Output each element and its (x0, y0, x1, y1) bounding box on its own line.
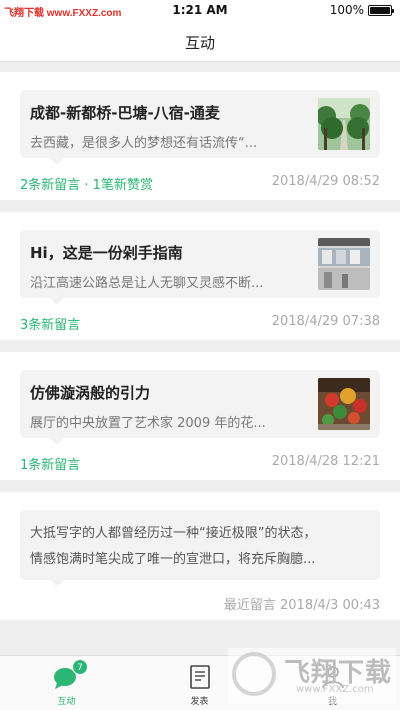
gallery-thumbnail (318, 238, 370, 290)
unread-badge: 7 (72, 659, 88, 675)
tab-label: 互动 (57, 697, 76, 707)
watermark-logo-url: www.FXXZ.com (296, 684, 374, 695)
compose-icon (186, 664, 214, 690)
battery-percent: 100% (329, 3, 364, 17)
text-line: 大抵写字的人都曾经历过一种“接近极限”的状态， (30, 526, 317, 541)
notification-summary: 1条新留言 (20, 458, 81, 473)
trees-road-thumbnail (318, 98, 370, 150)
article-bubble[interactable]: 成都-新都桥-巴塘-八宿-通麦 去西藏，是很多人的梦想还有话流传“... (20, 90, 380, 165)
article-excerpt: 展厅的中央放置了艺术家 2009 年的花... (30, 416, 266, 431)
notification-summary: 3条新留言 (20, 318, 81, 333)
battery-icon (368, 4, 394, 16)
card-date: 2018/4/29 08:52 (271, 174, 380, 189)
article-bubble[interactable]: 仿佛漩涡般的引力 展厅的中央放置了艺术家 2009 年的花... (20, 370, 380, 445)
logo-mark-icon (232, 652, 276, 696)
card-date: 2018/4/28 12:21 (271, 454, 380, 469)
flower-sculpture-thumbnail (318, 378, 370, 430)
feed-card[interactable]: 成都-新都桥-巴塘-八宿-通麦 去西藏，是很多人的梦想还有话流传“... 2条新… (0, 72, 400, 200)
card-date: 2018/4/29 07:38 (271, 314, 380, 329)
nav-bar: 互动 (0, 22, 400, 62)
article-bubble[interactable]: Hi，这是一份剁手指南 沿江高速公路总是让人无聊又灵感不断... (20, 230, 380, 305)
feed-card[interactable]: 仿佛漩涡般的引力 展厅的中央放置了艺术家 2009 年的花... 1条新留言 2… (0, 352, 400, 480)
status-bar: 飞翔下载 www.FXXZ.com 1:21 AM 100% (0, 0, 400, 22)
feed-card[interactable]: 大抵写字的人都曾经历过一种“接近极限”的状态， 情感饱满时笔尖成了唯一的宣泄口，… (0, 492, 400, 620)
tab-interaction[interactable]: 7 互动 (0, 656, 133, 710)
page-title: 互动 (184, 34, 215, 52)
notification-summary: 2条新留言 · 1笔新赞赏 (20, 178, 153, 193)
article-title: 仿佛漩涡般的引力 (30, 384, 151, 402)
battery-indicator: 100% (329, 3, 394, 17)
feed-card[interactable]: Hi，这是一份剁手指南 沿江高速公路总是让人无聊又灵感不断... 3条新留言 2… (0, 212, 400, 340)
card-date: 最近留言 2018/4/3 00:43 (223, 598, 380, 613)
text-bubble[interactable]: 大抵写字的人都曾经历过一种“接近极限”的状态， 情感饱满时笔尖成了唯一的宣泄口，… (20, 510, 380, 587)
article-excerpt: 去西藏，是很多人的梦想还有话流传“... (30, 136, 258, 151)
article-excerpt: 沿江高速公路总是让人无聊又灵感不断... (30, 276, 264, 291)
article-title: Hi，这是一份剁手指南 (30, 244, 183, 262)
text-line: 情感饱满时笔尖成了唯一的宣泄口，将充斥胸臆... (30, 552, 316, 567)
watermark-logo: 飞翔下载 www.FXXZ.com (228, 648, 396, 704)
article-title: 成都-新都桥-巴塘-八宿-通麦 (30, 104, 220, 122)
